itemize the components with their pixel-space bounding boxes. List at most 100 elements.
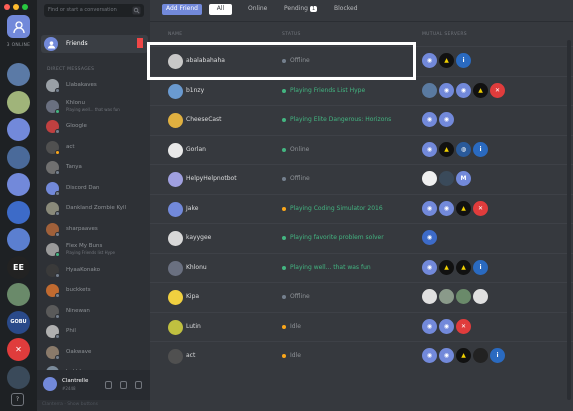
info-icon[interactable]: i — [456, 53, 471, 68]
cloud-icon[interactable] — [422, 171, 437, 186]
column-header-mutual-servers[interactable]: MUTUAL SERVERS — [422, 32, 467, 37]
dm-item[interactable]: HyaaKonako — [46, 262, 146, 280]
triangle-icon[interactable]: ▲ — [456, 348, 471, 363]
column-header-status[interactable]: STATUS — [282, 32, 301, 37]
server-icon[interactable] — [7, 90, 30, 114]
server-icon[interactable] — [7, 283, 30, 306]
triangle-icon[interactable]: ▲ — [473, 82, 488, 98]
triangle-icon[interactable]: ▲ — [456, 200, 471, 216]
dm-item[interactable]: Phil — [46, 323, 146, 341]
avatar[interactable] — [168, 319, 183, 335]
server-icon[interactable] — [7, 365, 30, 389]
server-icon[interactable]: EE — [7, 255, 30, 279]
add-friend-button[interactable]: Add Friend — [162, 4, 202, 15]
dm-item[interactable]: Dankland Zombie Kyll — [46, 200, 146, 218]
discord-logo-icon[interactable] — [7, 118, 30, 141]
triangle-icon[interactable]: ▲ — [439, 141, 454, 157]
server-icon[interactable] — [439, 289, 454, 304]
tab-all[interactable]: All — [209, 4, 232, 15]
search-input[interactable]: Find or start a conversation — [44, 4, 144, 17]
dm-item[interactable]: Flex My Buns Playing Friends list Hype — [46, 241, 146, 259]
server-icon[interactable] — [7, 145, 30, 169]
avatar[interactable] — [168, 290, 183, 305]
avatar[interactable] — [43, 377, 57, 391]
crossed-tools-icon[interactable]: ✕ — [456, 318, 471, 334]
discord-logo-icon[interactable]: ◉ — [422, 53, 437, 68]
discord-logo-icon[interactable]: ◉ — [422, 112, 437, 127]
minimize-window-button[interactable] — [13, 4, 19, 10]
discord-logo-icon[interactable]: ◉ — [439, 82, 454, 98]
dm-item[interactable]: Khlonu Playing well... that was fun — [46, 98, 146, 116]
help-button[interactable]: ? — [11, 393, 24, 406]
discord-logo-icon[interactable]: ◉ — [422, 318, 437, 334]
server-icon[interactable]: GOBU — [7, 310, 30, 334]
triangle-icon[interactable]: ▲ — [439, 53, 454, 68]
discord-logo-icon[interactable]: ◉ — [422, 348, 437, 363]
friend-row[interactable]: Gorlan Online ◉ ▲ ◍ i — [150, 134, 573, 164]
crossed-tools-icon[interactable]: ✕ — [473, 200, 488, 216]
cloud-icon[interactable] — [422, 289, 437, 304]
discord-logo-icon[interactable]: ◉ — [456, 82, 471, 98]
deafen-button[interactable] — [120, 381, 127, 389]
leaf-icon[interactable] — [473, 289, 488, 304]
discord-logo-icon[interactable]: ◉ — [439, 318, 454, 334]
friend-row[interactable]: CheeseCast Playing Elite Dangerous: Horiz… — [150, 105, 573, 134]
discord-logo-icon[interactable]: ◉ — [439, 348, 454, 363]
letter-m-icon[interactable]: M — [456, 171, 471, 186]
avatar[interactable] — [168, 231, 183, 246]
globe-icon[interactable] — [422, 82, 437, 98]
discord-logo-icon[interactable]: ◉ — [422, 200, 437, 216]
dm-item[interactable]: sharpaaves — [46, 221, 146, 239]
dm-item[interactable]: Discord Dan — [46, 180, 146, 198]
server-icon[interactable] — [456, 289, 471, 304]
server-icon[interactable] — [439, 171, 454, 186]
info-icon[interactable]: i — [473, 141, 488, 157]
avatar[interactable] — [168, 83, 183, 99]
info-icon[interactable]: i — [473, 259, 488, 275]
crossed-tools-icon[interactable]: ✕ — [490, 82, 505, 98]
home-button[interactable] — [7, 15, 30, 38]
tab-online[interactable]: Online — [244, 4, 271, 15]
tab-blocked[interactable]: Blocked — [330, 4, 362, 15]
close-window-button[interactable] — [4, 4, 10, 10]
mute-button[interactable] — [105, 381, 112, 389]
dm-item[interactable]: Tanya — [46, 159, 146, 177]
friend-row[interactable]: kayygee Playing favorite problem solver ◉ — [150, 223, 573, 252]
friend-row[interactable]: act Idle ◉ ◉ ▲ i — [150, 341, 573, 370]
triangle-icon[interactable]: ▲ — [456, 259, 471, 275]
friend-row[interactable]: Lutin Idle ◉ ◉ ✕ — [150, 311, 573, 341]
server-icon[interactable] — [7, 228, 30, 251]
maximize-window-button[interactable] — [22, 4, 28, 10]
friends-nav-item[interactable]: Friends — [41, 35, 148, 53]
tab-pending[interactable]: Pending 1 — [280, 4, 321, 15]
discord-logo-icon[interactable]: ◉ — [439, 112, 454, 127]
discord-logo-icon[interactable]: ◉ — [422, 259, 437, 275]
dm-item[interactable]: act — [46, 139, 146, 157]
discord-logo-icon[interactable]: ◉ — [422, 141, 437, 157]
dm-item[interactable]: Oakwave — [46, 344, 146, 362]
server-icon[interactable] — [473, 348, 488, 363]
globe-icon[interactable]: ◍ — [456, 141, 471, 157]
dm-item[interactable]: Llabakaves — [46, 77, 146, 95]
settings-button[interactable] — [135, 381, 142, 389]
dm-item[interactable]: buckkets — [46, 282, 146, 300]
friend-row[interactable]: Khlonu Playing well... that was fun ◉ ▲ ▲ i — [150, 252, 573, 282]
server-icon[interactable]: ◉ — [422, 230, 437, 245]
discord-logo-icon[interactable]: ◉ — [439, 200, 454, 216]
friend-row[interactable]: Jake Playing Coding Simulator 2016 ◉ ◉ ▲ ✕ — [150, 193, 573, 223]
scrollbar[interactable] — [567, 40, 571, 400]
globe-icon[interactable] — [7, 63, 30, 86]
avatar[interactable] — [168, 113, 183, 128]
server-icon[interactable] — [7, 200, 30, 224]
avatar[interactable] — [168, 172, 183, 187]
crossed-tools-icon[interactable]: ✕ — [7, 338, 30, 361]
dm-item[interactable]: Ninewan — [46, 303, 146, 321]
column-header-name[interactable]: NAME — [168, 32, 182, 37]
avatar[interactable] — [168, 260, 183, 276]
avatar[interactable] — [168, 201, 183, 217]
info-icon[interactable]: i — [490, 348, 505, 363]
discord-logo-icon[interactable] — [7, 173, 30, 196]
friend-row[interactable]: Kipa Offline — [150, 282, 573, 311]
triangle-icon[interactable]: ▲ — [439, 259, 454, 275]
dm-item[interactable]: Gloogle — [46, 118, 146, 136]
